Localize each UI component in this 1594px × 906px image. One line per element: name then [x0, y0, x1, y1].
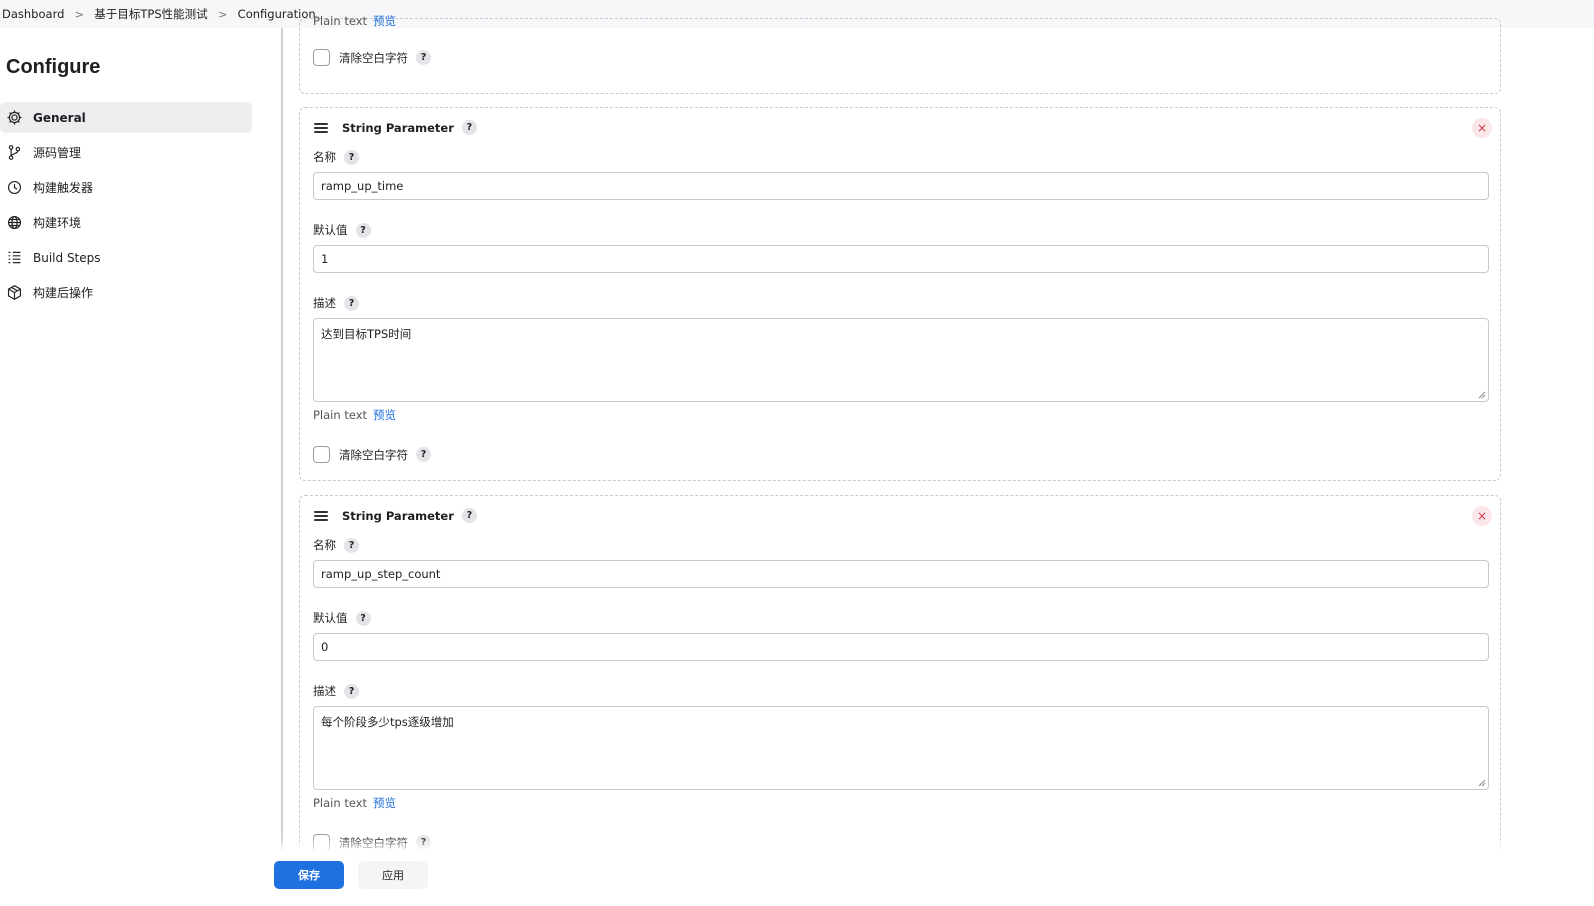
sidebar-item-general[interactable]: General	[0, 102, 252, 133]
gear-icon	[7, 110, 22, 125]
description-text: 每个阶段多少tps逐级增加	[321, 715, 454, 729]
default-label-row: 默认值 ?	[313, 610, 371, 626]
format-label: Plain text	[313, 14, 368, 28]
default-value-input[interactable]: 0	[313, 633, 1489, 661]
trim-checkbox[interactable]	[313, 446, 330, 463]
default-value-input[interactable]: 1	[313, 245, 1489, 273]
trim-row: 清除空白字符 ?	[313, 446, 431, 463]
format-row: Plain text 预览	[313, 407, 396, 423]
sidebar-item-label: 构建触发器	[33, 181, 94, 195]
trim-label: 清除空白字符	[339, 50, 408, 65]
help-icon[interactable]: ?	[461, 120, 477, 135]
globe-icon	[7, 215, 22, 230]
preview-link[interactable]: 预览	[373, 14, 396, 28]
default-label: 默认值	[313, 611, 348, 625]
help-icon[interactable]: ?	[416, 447, 431, 462]
description-textarea[interactable]: 达到目标TPS时间	[313, 318, 1489, 402]
clock-icon	[7, 180, 22, 195]
name-label-row: 名称 ?	[313, 149, 359, 165]
preview-link[interactable]: 预览	[373, 408, 396, 422]
breadcrumb-dashboard[interactable]: Dashboard	[0, 7, 66, 21]
description-textarea[interactable]: 每个阶段多少tps逐级增加	[313, 706, 1489, 790]
trim-checkbox[interactable]	[313, 49, 330, 66]
description-label: 描述	[313, 684, 336, 698]
help-icon[interactable]: ?	[344, 683, 359, 699]
chevron-right-icon: >	[74, 7, 85, 21]
string-parameter-card: String Parameter ? × 名称 ? ramp_up_step_c…	[299, 495, 1501, 895]
list-icon	[8, 251, 21, 264]
help-icon[interactable]: ?	[416, 835, 431, 850]
card-header: String Parameter ?	[314, 508, 477, 523]
sidebar-divider	[281, 28, 283, 906]
breadcrumb-job[interactable]: 基于目标TPS性能测试	[92, 6, 209, 22]
help-icon[interactable]: ?	[344, 149, 359, 165]
branch-icon	[8, 145, 21, 160]
trim-label: 清除空白字符	[339, 835, 408, 850]
description-label-row: 描述 ?	[313, 683, 359, 699]
partial-parameter-card: Plain text 预览 清除空白字符 ?	[299, 14, 1501, 94]
format-label: Plain text	[313, 796, 368, 810]
resize-handle-icon[interactable]	[1478, 391, 1486, 399]
format-row: Plain text 预览	[313, 13, 396, 29]
sidebar-item-environment[interactable]: 构建环境	[0, 207, 252, 238]
format-row: Plain text 预览	[313, 795, 396, 811]
help-icon[interactable]: ?	[355, 222, 371, 238]
cube-icon	[7, 285, 22, 300]
trim-label: 清除空白字符	[339, 447, 408, 462]
drag-handle-icon[interactable]	[314, 510, 328, 521]
chevron-right-icon: >	[218, 7, 228, 21]
default-label: 默认值	[313, 223, 348, 237]
page-title: Configure	[6, 56, 101, 78]
preview-link[interactable]: 预览	[373, 796, 396, 810]
sidebar-item-post-build[interactable]: 构建后操作	[0, 277, 252, 308]
help-icon[interactable]: ?	[344, 295, 359, 311]
sidebar-nav: General 源码管理 构建触发器 构建环境 Build Steps 构建后操…	[0, 102, 256, 312]
name-input[interactable]: ramp_up_step_count	[313, 560, 1489, 588]
apply-button[interactable]: 应用	[358, 861, 428, 889]
sidebar-item-build-steps[interactable]: Build Steps	[0, 242, 252, 273]
description-text: 达到目标TPS时间	[321, 327, 412, 341]
format-label: Plain text	[313, 408, 368, 422]
name-input[interactable]: ramp_up_time	[313, 172, 1489, 200]
sidebar-item-label: 构建后操作	[33, 286, 94, 300]
bottom-action-bar	[262, 850, 1518, 906]
delete-parameter-button[interactable]: ×	[1472, 118, 1492, 138]
help-icon[interactable]: ?	[461, 508, 477, 523]
sidebar: Configure General 源码管理 构建触发器 构建环境 Build …	[0, 28, 282, 906]
sidebar-item-label: 源码管理	[33, 146, 82, 160]
sidebar-item-label: 构建环境	[33, 216, 82, 230]
sidebar-item-label: General	[33, 110, 86, 125]
name-label-row: 名称 ?	[313, 537, 359, 553]
name-label: 名称	[313, 538, 336, 552]
name-label: 名称	[313, 150, 336, 164]
parameter-type-label: String Parameter	[342, 508, 454, 523]
string-parameter-card: String Parameter ? × 名称 ? ramp_up_time 默…	[299, 107, 1501, 481]
card-header: String Parameter ?	[314, 120, 477, 135]
default-label-row: 默认值 ?	[313, 222, 371, 238]
trim-row: 清除空白字符 ?	[313, 834, 431, 851]
save-button[interactable]: 保存	[274, 861, 344, 889]
delete-parameter-button[interactable]: ×	[1472, 506, 1492, 526]
help-icon[interactable]: ?	[355, 610, 371, 626]
description-label: 描述	[313, 296, 336, 310]
drag-handle-icon[interactable]	[314, 122, 328, 133]
sidebar-item-triggers[interactable]: 构建触发器	[0, 172, 252, 203]
sidebar-item-scm[interactable]: 源码管理	[0, 137, 252, 168]
trim-row: 清除空白字符 ?	[313, 49, 431, 66]
sidebar-item-label: Build Steps	[33, 250, 101, 265]
resize-handle-icon[interactable]	[1478, 779, 1486, 787]
help-icon[interactable]: ?	[416, 50, 431, 65]
trim-checkbox[interactable]	[313, 834, 330, 851]
parameter-type-label: String Parameter	[342, 120, 454, 135]
description-label-row: 描述 ?	[313, 295, 359, 311]
help-icon[interactable]: ?	[344, 537, 359, 553]
